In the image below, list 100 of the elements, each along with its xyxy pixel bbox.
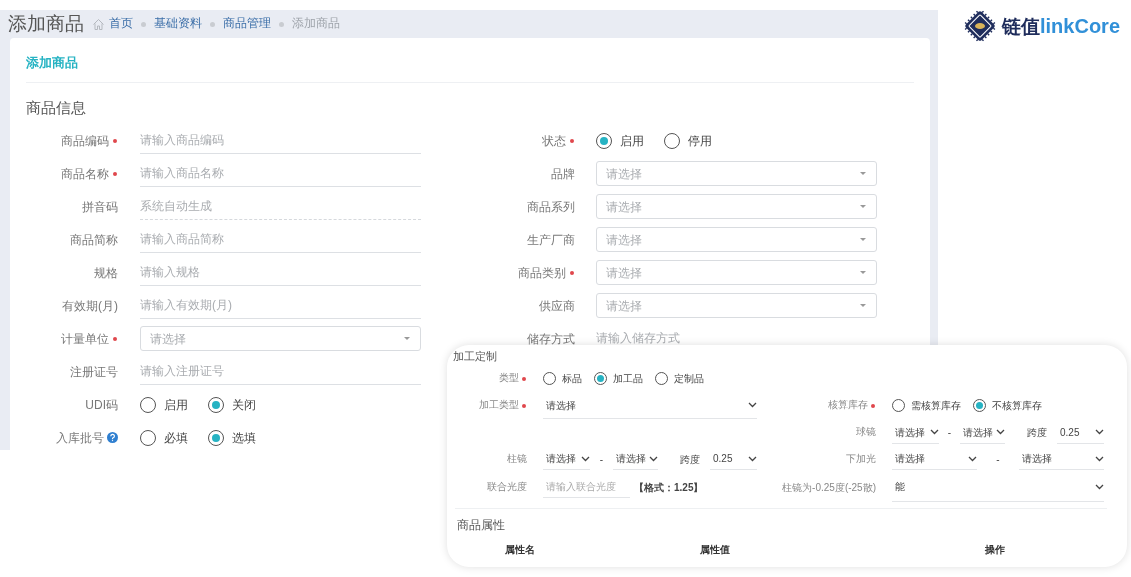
chevron-icon xyxy=(748,402,757,408)
chevron-icon xyxy=(1095,429,1104,435)
radio-label: 启用 xyxy=(620,132,644,150)
logo-text: 链值 xyxy=(1002,16,1040,36)
radio-label: 需核算库存 xyxy=(911,399,961,413)
field-label: 柱镜为-0.25度(-25散) xyxy=(782,481,876,495)
range-separator: - xyxy=(946,426,953,440)
select-field[interactable]: 请选择 xyxy=(613,448,658,470)
input-field[interactable]: 系统自动生成 xyxy=(140,193,421,220)
select-field[interactable]: 能 xyxy=(892,472,1104,502)
radio-label: 标品 xyxy=(562,372,582,386)
field-label: 规格 xyxy=(94,264,118,282)
column-header: 属性名 xyxy=(505,544,535,555)
field-label: 拼音码 xyxy=(82,198,118,216)
chevron-icon xyxy=(968,455,977,462)
select-field[interactable]: 请选择 xyxy=(543,392,757,419)
required-icon xyxy=(112,137,118,144)
radio-label: 启用 xyxy=(164,396,188,414)
breadcrumb-current: 添加商品 xyxy=(292,16,340,32)
select-field[interactable]: 0.25 xyxy=(710,448,757,470)
radio-label: 必填 xyxy=(164,429,188,447)
field-label: 球镜 xyxy=(856,426,876,439)
field-label: 类型 xyxy=(499,372,519,385)
field-label: UDI码 xyxy=(85,396,118,414)
column-header: 操作 xyxy=(985,544,1005,555)
input-field[interactable]: 请输入商品名称 xyxy=(140,160,421,187)
field-label: 注册证号 xyxy=(70,363,118,381)
required-icon xyxy=(521,375,527,382)
field-label: 商品系列 xyxy=(527,198,575,216)
breadcrumb-link[interactable]: 首页 xyxy=(109,15,133,33)
select-field[interactable]: 请选择 xyxy=(892,448,977,470)
select-field[interactable]: 请选择 xyxy=(960,421,1005,444)
field-label: 柱镜 xyxy=(507,452,527,466)
input-field[interactable]: 请输入有效期(月) xyxy=(140,292,421,319)
radio-label: 不核算库存 xyxy=(992,399,1042,413)
breadcrumb-separator-icon xyxy=(279,21,284,27)
caret-icon xyxy=(859,237,867,242)
chevron-icon xyxy=(581,455,590,462)
page-title: 添加商品 xyxy=(8,11,84,36)
field-label: 下加光 xyxy=(846,452,876,466)
column-header: 属性值 xyxy=(700,544,730,555)
field-label: 品牌 xyxy=(551,165,575,183)
required-icon xyxy=(870,402,876,409)
field-label: 有效期(月) xyxy=(62,297,118,315)
field-label: 计量单位 xyxy=(61,330,109,348)
breadcrumb-separator-icon xyxy=(210,21,215,27)
field-label: 加工类型 xyxy=(479,399,519,412)
input-field[interactable]: 请输入商品简称 xyxy=(140,226,421,253)
radio-label: 选填 xyxy=(232,429,256,447)
chevron-icon xyxy=(1095,483,1104,490)
field-label: 商品类别 xyxy=(518,264,566,282)
select-field[interactable]: 请选择 xyxy=(543,448,590,470)
field-label: 供应商 xyxy=(539,297,575,315)
card-title: 添加商品 xyxy=(26,55,79,72)
required-icon xyxy=(112,335,118,342)
section-title: 商品属性 xyxy=(456,518,506,533)
chevron-icon xyxy=(930,429,939,435)
field-label: 商品简称 xyxy=(70,231,118,249)
field-label: 状态 xyxy=(542,132,566,150)
format-hint: 【格式：1.25】 xyxy=(634,480,704,495)
radio-label: 加工品 xyxy=(613,372,643,386)
span-label: 跨度 xyxy=(680,452,700,467)
chevron-icon xyxy=(996,429,1005,435)
caret-icon xyxy=(859,171,867,176)
required-icon xyxy=(569,137,575,144)
select-field[interactable]: 请选择 xyxy=(892,421,939,444)
chevron-icon xyxy=(649,455,658,462)
input-field[interactable]: 请输入注册证号 xyxy=(140,358,421,385)
caret-icon xyxy=(859,204,867,209)
caret-icon xyxy=(859,270,867,275)
chevron-icon xyxy=(1095,455,1104,462)
field-label: 储存方式 xyxy=(527,330,575,348)
breadcrumb-link[interactable]: 基础资料 xyxy=(154,15,202,33)
input-field[interactable]: 请输入商品编码 xyxy=(140,127,421,154)
field-label: 联合光度 xyxy=(487,480,527,494)
required-icon xyxy=(569,269,575,276)
select-field[interactable]: 0.25 xyxy=(1057,421,1104,444)
radio-label: 关闭 xyxy=(232,396,256,414)
radio-label: 定制品 xyxy=(674,372,704,386)
range-separator: - xyxy=(598,452,605,467)
radio-label: 停用 xyxy=(688,132,712,150)
select-field[interactable]: 请选择 xyxy=(1019,448,1104,470)
field-label: 核算库存 xyxy=(828,399,868,412)
section-title: 商品信息 xyxy=(26,98,87,117)
breadcrumb-link[interactable]: 商品管理 xyxy=(223,15,271,33)
chevron-icon xyxy=(748,455,757,462)
caret-icon xyxy=(403,336,411,341)
home-icon xyxy=(92,17,105,31)
field-label: 商品名称 xyxy=(61,165,109,183)
panel-title: 加工定制 xyxy=(452,349,498,364)
span-label: 跨度 xyxy=(1027,426,1047,440)
required-icon xyxy=(521,402,527,409)
logo-text: linkCore xyxy=(1040,16,1121,36)
field-label: 入库批号 xyxy=(56,429,104,447)
field-label: 商品编码 xyxy=(61,132,109,150)
breadcrumb-separator-icon xyxy=(141,21,146,27)
caret-icon xyxy=(859,303,867,308)
field-label: 生产厂商 xyxy=(527,231,575,249)
input-field[interactable]: 请输入规格 xyxy=(140,259,421,286)
range-separator: - xyxy=(995,452,1001,467)
